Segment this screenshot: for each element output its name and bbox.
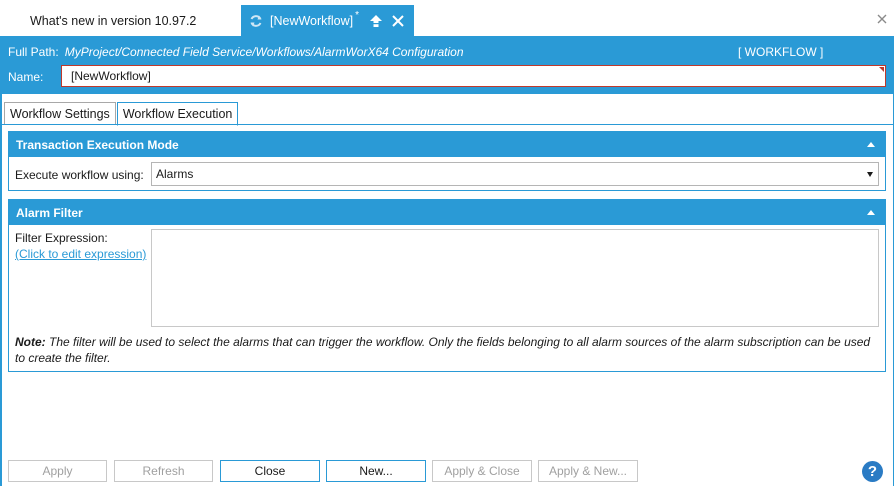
execute-using-dropdown[interactable]: Alarms <box>151 162 879 186</box>
alarm-filter-header[interactable]: Alarm Filter <box>9 200 885 225</box>
tab-workflow-settings-label: Workflow Settings <box>10 106 110 121</box>
note-text: The filter will be used to select the al… <box>15 335 871 365</box>
chevron-up-icon[interactable] <box>867 210 875 215</box>
full-path: Full Path: MyProject/Connected Field Ser… <box>8 45 464 59</box>
tab-workflow-execution[interactable]: Workflow Execution <box>116 102 239 126</box>
apply-new-button[interactable]: Apply & New... <box>538 460 638 482</box>
help-icon[interactable]: ? <box>862 461 883 482</box>
execute-using-label: Execute workflow using: <box>15 168 144 182</box>
edit-expression-link[interactable]: (Click to edit expression) <box>15 247 146 261</box>
filter-expression-label: Filter Expression: <box>15 231 108 245</box>
full-path-value: MyProject/Connected Field Service/Workfl… <box>64 45 464 59</box>
apply-button[interactable]: Apply <box>8 460 107 482</box>
doc-tab-new-workflow[interactable]: [NewWorkflow] * <box>241 5 414 36</box>
editor-tabs: Workflow Settings Workflow Execution <box>4 102 239 126</box>
doc-tab-whats-new[interactable]: What's new in version 10.97.2 <box>0 5 240 36</box>
alarm-filter-section: Alarm Filter Filter Expression: (Click t… <box>8 199 886 372</box>
modified-marker: * <box>355 10 360 21</box>
doc-tab-new-workflow-label: [NewWorkflow] <box>270 13 354 28</box>
dropdown-arrow-icon <box>867 172 873 177</box>
doc-tab-whats-new-label: What's new in version 10.97.2 <box>30 13 197 28</box>
execute-using-value: Alarms <box>156 167 194 181</box>
pin-icon[interactable] <box>369 14 383 28</box>
execution-mode-section: Transaction Execution Mode Execute workf… <box>8 131 886 191</box>
chevron-up-icon[interactable] <box>867 142 875 147</box>
name-field[interactable]: [NewWorkflow] <box>61 65 886 87</box>
new-button[interactable]: New... <box>326 460 426 482</box>
execution-mode-title: Transaction Execution Mode <box>16 137 179 152</box>
tab-workflow-execution-label: Workflow Execution <box>122 107 233 121</box>
execution-mode-header[interactable]: Transaction Execution Mode <box>9 132 885 157</box>
refresh-button[interactable]: Refresh <box>114 460 213 482</box>
validation-marker <box>879 67 884 72</box>
filter-note: Note: The filter will be used to select … <box>15 334 881 366</box>
document-tab-strip: What's new in version 10.97.2 [NewWorkfl… <box>0 0 895 36</box>
tab-divider <box>2 124 893 125</box>
close-icon[interactable] <box>877 13 887 24</box>
close-tab-icon[interactable] <box>392 14 404 27</box>
full-path-label: Full Path: <box>8 45 59 59</box>
refresh-icon <box>249 14 263 28</box>
filter-expression-box[interactable] <box>151 229 879 327</box>
tab-workflow-settings[interactable]: Workflow Settings <box>4 102 116 125</box>
editor-header: Full Path: MyProject/Connected Field Ser… <box>0 36 894 94</box>
name-label: Name: <box>8 70 44 84</box>
alarm-filter-title: Alarm Filter <box>16 205 83 220</box>
close-button[interactable]: Close <box>220 460 320 482</box>
note-prefix: Note: <box>15 335 46 349</box>
name-field-value: [NewWorkflow] <box>71 69 151 83</box>
object-type-label: [ WORKFLOW ] <box>738 45 824 59</box>
apply-close-button[interactable]: Apply & Close <box>432 460 532 482</box>
